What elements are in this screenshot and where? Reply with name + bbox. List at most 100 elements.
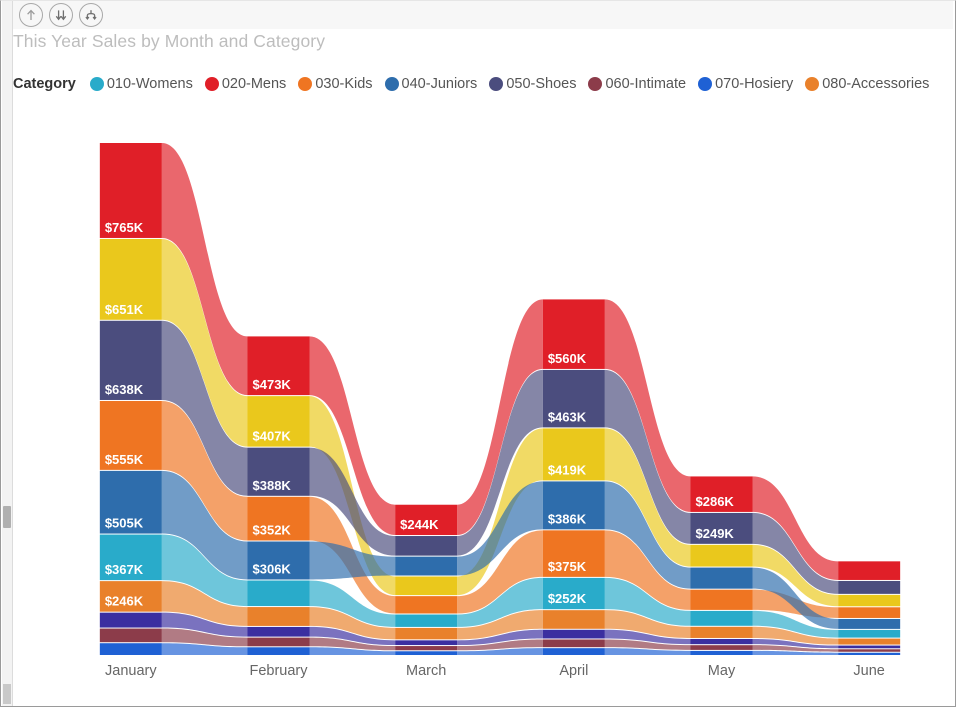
legend-item-040-juniors[interactable]: 040-Juniors [384,76,477,92]
page-title: This Year Sales by Month and Category [13,31,326,51]
ribbon-bar-segment[interactable] [838,561,901,580]
legend-item-080-accessories[interactable]: 080-Accessories [805,76,929,92]
data-label: $375K [548,559,587,574]
x-axis-tick-january: January [105,663,157,679]
x-axis-tick-february: February [249,663,308,679]
ribbon-bar-segment[interactable] [395,536,458,556]
ribbon-chart-plot[interactable]: $765K $473K $244K $560K $286K $651K $407K $419K… [13,101,956,661]
data-label: $286K [696,494,735,509]
data-label: $306K [253,561,292,576]
data-label: $473K [253,377,292,392]
data-label: $386K [548,511,587,526]
x-axis-tick-may: May [707,663,736,679]
legend-item-020-mens[interactable]: 020-Mens [204,76,287,92]
double-arrow-down-circle-icon [55,10,67,21]
ribbon-bar-segment[interactable] [838,649,901,652]
ribbon-bar-segment[interactable] [542,648,605,655]
legend-item-label: 020-Mens [221,76,287,92]
ribbon-bar-segment[interactable] [838,652,901,655]
ribbon-bar-segment[interactable] [395,596,458,614]
visual-header-toolbar [13,1,953,29]
drill-up-button[interactable] [19,3,43,27]
vertical-scrollbar-thumb[interactable] [3,506,11,528]
legend-swatch-icon [588,77,603,91]
ribbon-bar-segment[interactable] [690,645,753,650]
legend-swatch-icon [489,77,504,91]
ribbon-bar-segment[interactable] [838,645,901,649]
report-visual-container: This Year Sales by Month and Category Ca… [0,0,956,707]
ribbon-bar-segment[interactable] [395,651,458,655]
legend-swatch-icon [698,77,713,91]
ribbon-bar-segment[interactable] [395,646,458,651]
data-label: $352K [253,523,292,538]
data-label: $388K [253,478,292,493]
ribbon-bar-segment[interactable] [247,637,310,647]
legend-item-label: 050-Shoes [506,76,577,92]
ribbon-bar-segment[interactable] [247,647,310,655]
ribbon-bar-segment[interactable] [838,629,901,638]
data-label: $244K [400,517,439,532]
ribbon-bar-segment[interactable] [247,607,310,626]
arrow-up-circle-icon [27,9,35,20]
legend-item-060-intimate[interactable]: 060-Intimate [588,76,686,92]
data-label: $555K [105,452,144,467]
ribbon-bar-segment[interactable] [838,618,901,629]
legend-item-label: 010-Womens [106,76,193,92]
legend-item-070-hosiery[interactable]: 070-Hosiery [698,76,793,92]
ribbon-bar-segment[interactable] [542,610,605,629]
data-label: $419K [548,462,587,477]
ribbon-bar-segment[interactable] [690,589,753,610]
data-label: $638K [105,382,144,397]
x-axis: January February March April May June [13,663,956,693]
ribbon-bar-segment[interactable] [838,594,901,607]
data-label: $463K [548,409,587,424]
legend-items: 010-Womens 020-Mens 030-Kids 040-Juniors 050… [89,76,942,92]
ribbon-bar-segment[interactable] [690,626,753,638]
ribbon-bar-segment[interactable] [395,576,458,596]
data-label: $560K [548,351,587,366]
ribbon-bar-segment[interactable] [247,626,310,637]
drill-down-fork-circle-icon [85,10,97,20]
vertical-scrollbar-end[interactable] [3,684,11,704]
ribbon-bar-segment[interactable] [395,556,458,576]
legend-item-label: 070-Hosiery [715,76,794,92]
legend-swatch-icon [89,77,104,91]
legend: Category 010-Womens 020-Mens 030-Kids 040-J… [13,71,956,97]
vertical-scrollbar[interactable] [2,1,13,706]
drill-down-button[interactable] [79,3,103,27]
ribbon-bar-segment[interactable] [99,628,162,643]
ribbon-bar-segment[interactable] [690,567,753,589]
x-axis-tick-april: April [559,663,589,679]
ribbon-bar-segment[interactable] [247,580,310,607]
legend-item-label: 060-Intimate [605,76,687,92]
ribbon-bar-segment[interactable] [395,614,458,627]
ribbon-bar-segment[interactable] [838,580,901,594]
ribbon-bar-segment[interactable] [838,607,901,618]
data-label: $367K [105,562,144,577]
ribbon-bar-segment[interactable] [99,643,162,655]
ribbon-bar-segment[interactable] [99,612,162,628]
expand-all-button[interactable] [49,3,73,27]
ribbon-bar-segment[interactable] [395,627,458,640]
ribbon-bar-segment[interactable] [690,544,753,567]
data-label: $246K [105,594,144,609]
legend-swatch-icon [805,77,820,91]
data-label: $252K [548,591,587,606]
ribbon-bar-segment[interactable] [542,639,605,648]
ribbon-chart-svg: $765K $473K $244K $560K $286K $651K $407K $419K… [99,143,901,655]
data-label: $765K [105,220,144,235]
legend-item-010-womens[interactable]: 010-Womens [89,76,193,92]
ribbon-bar-segment[interactable] [542,629,605,639]
legend-item-label: 030-Kids [315,76,373,92]
ribbon-bar-segment[interactable] [395,640,458,646]
legend-item-label: 080-Accessories [822,76,930,92]
ribbon-bar-segment[interactable] [690,610,753,626]
ribbon-bar-segment[interactable] [690,650,753,655]
ribbon-bar-segment[interactable] [838,638,901,645]
x-axis-tick-june: June [853,663,885,679]
legend-item-050-shoes[interactable]: 050-Shoes [489,76,576,92]
data-label: $249K [696,526,735,541]
ribbon-bar-segment[interactable] [690,638,753,645]
legend-item-030-kids[interactable]: 030-Kids [298,76,373,92]
data-label: $505K [105,516,144,531]
